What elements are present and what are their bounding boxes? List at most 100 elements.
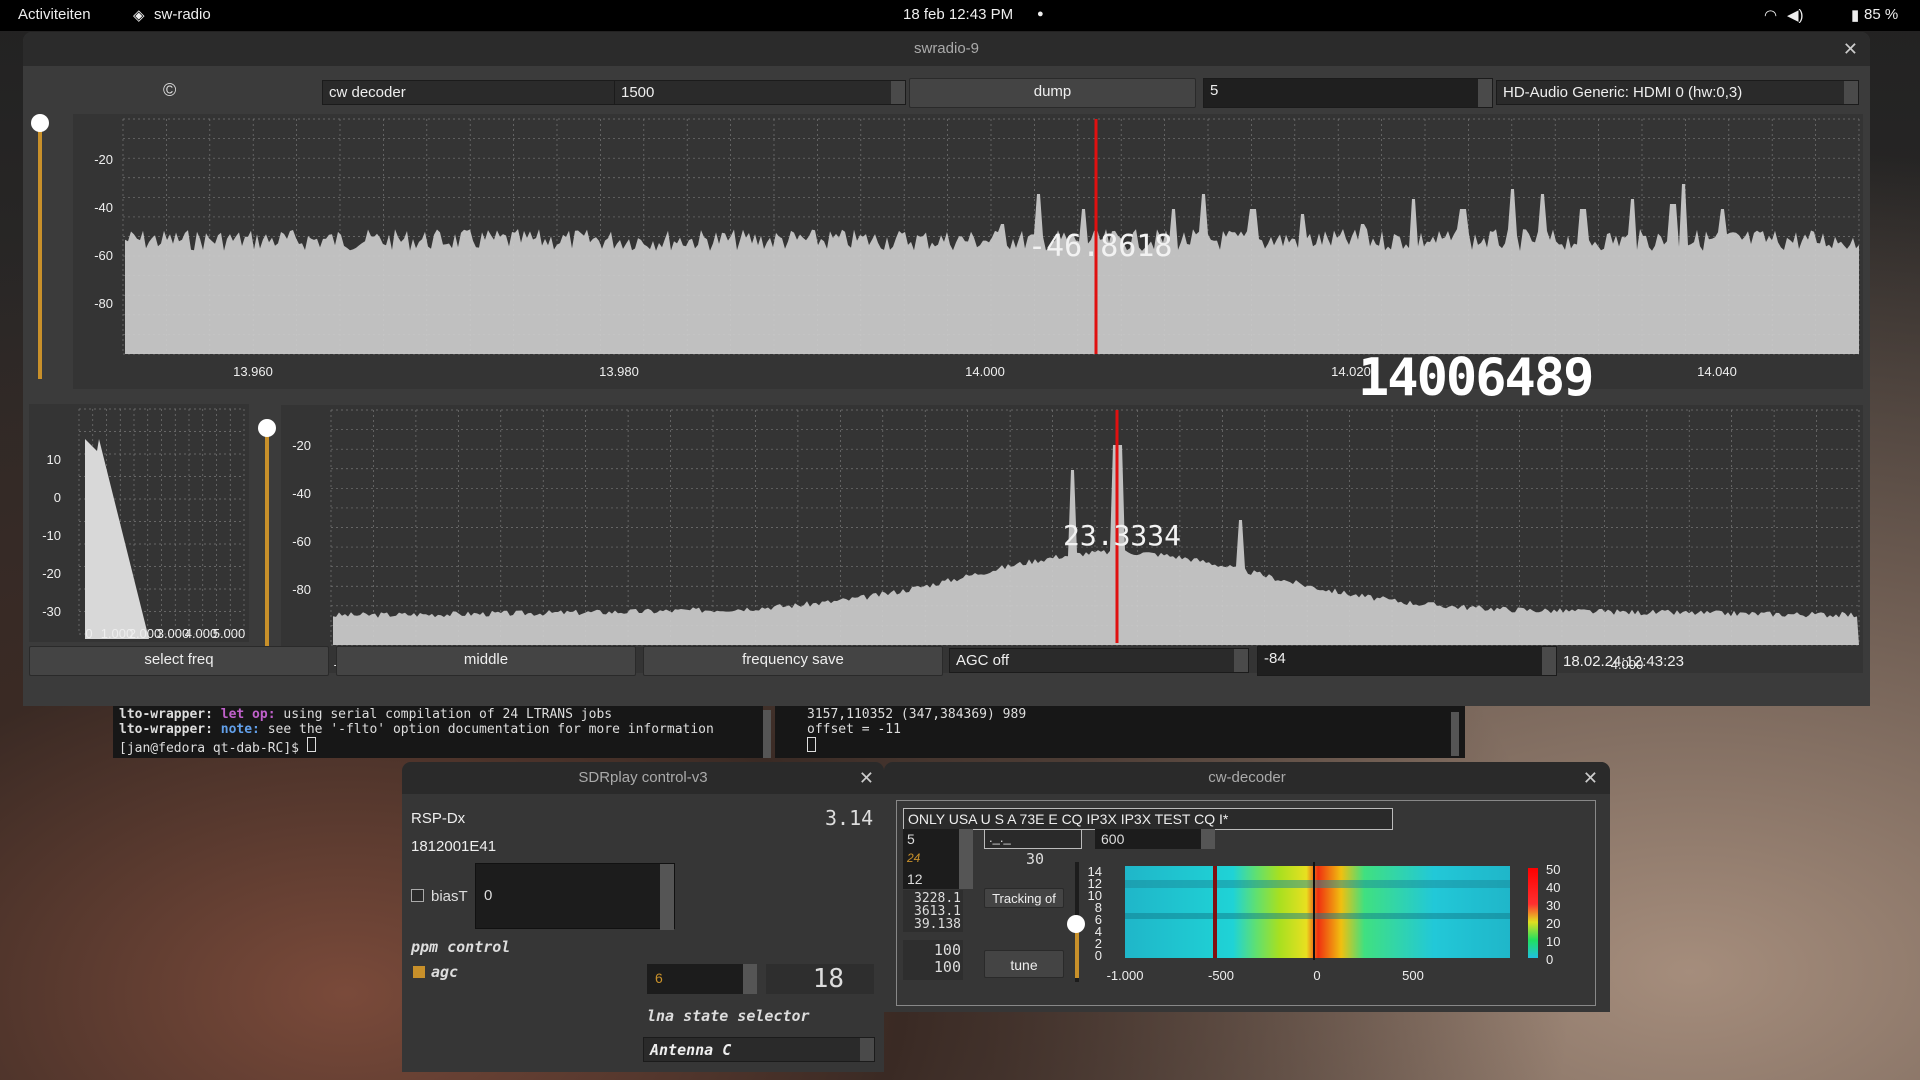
- slider-track: [265, 431, 269, 656]
- terminal-right[interactable]: 3157,110352 (347,384369) 989 offset = -1…: [775, 706, 1465, 758]
- waterfall-x-tick: 0: [1313, 968, 1320, 983]
- cw-titlebar[interactable]: cw-decoder ✕: [884, 762, 1610, 794]
- terminal-line: offset = -11: [807, 722, 901, 737]
- cursor: [807, 737, 816, 752]
- sdrplay-titlebar[interactable]: SDRplay control-v3 ✕: [402, 762, 884, 794]
- cw-lcd-block-2: 100 100: [903, 940, 963, 980]
- spin-arrows-icon[interactable]: [959, 829, 973, 889]
- antenna-select[interactable]: Antenna C: [643, 1037, 875, 1062]
- iq-y-tick: 0: [54, 490, 61, 505]
- baseband-y-tick: -40: [292, 486, 311, 501]
- waterfall-colorbar: 50 40 30 20 10 0: [1528, 862, 1560, 965]
- terminal-left[interactable]: lto-wrapper: let op: using serial compil…: [113, 706, 763, 758]
- window-title: swradio-9: [913, 40, 980, 57]
- waterfall-x-axis: -1.000 -500 0 500: [1107, 968, 1424, 983]
- baseband-slider[interactable]: [258, 419, 276, 669]
- level-spinbox[interactable]: -84: [1257, 646, 1557, 676]
- spectrum-plot[interactable]: -46.8618 -20 -40 -60 -80 13.960 13.980 14.000…: [73, 114, 1863, 389]
- dump-button[interactable]: dump: [909, 78, 1196, 108]
- decoder-select[interactable]: cw decoder: [322, 80, 632, 105]
- close-icon[interactable]: ✕: [1843, 32, 1858, 66]
- biasT-checkbox[interactable]: [411, 889, 424, 902]
- spectrum-x-tick: 13.960: [233, 364, 273, 379]
- gain-value: 0: [484, 887, 493, 904]
- cw-spin-1-value: 5: [907, 831, 915, 847]
- cw-decoder-window: cw-decoder ✕ ONLY USA U S A 73E E CQ IP3…: [884, 762, 1610, 1012]
- bandwidth-select-value: 1500: [621, 84, 655, 101]
- decoded-text: ONLY USA U S A 73E E CQ IP3X IP3X TEST C…: [903, 808, 1393, 830]
- iq-y-axis: 10 0 -10 -20 -30: [42, 452, 61, 619]
- cw-lcd-e: 100: [933, 958, 961, 976]
- activities-button[interactable]: Activiteiten: [18, 6, 91, 23]
- agc-checkbox[interactable]: [413, 966, 425, 978]
- spectrum-y-tick: -80: [94, 296, 113, 311]
- window-titlebar[interactable]: swradio-9 ✕: [23, 32, 1870, 66]
- cw-slider[interactable]: [1067, 862, 1085, 982]
- close-icon[interactable]: ✕: [1583, 762, 1598, 794]
- spectrum-y-tick: -20: [94, 152, 113, 167]
- chevron-down-icon: [891, 81, 905, 104]
- cw-freq-spinbox[interactable]: 600: [1095, 829, 1215, 849]
- terminal-scrollbar[interactable]: [1451, 712, 1459, 756]
- volume-icon[interactable]: ◀): [1787, 6, 1804, 24]
- timestamp-label: 18.02.24:12:43:23: [1563, 653, 1684, 670]
- waterfall-x-tick: 500: [1402, 968, 1424, 983]
- baseband-y-tick: -60: [292, 534, 311, 549]
- slider-handle[interactable]: [258, 419, 276, 437]
- version-lcd: 3.14: [825, 806, 874, 830]
- middle-button[interactable]: middle: [336, 646, 636, 676]
- clock[interactable]: 18 feb 12:43 PM: [903, 6, 1013, 23]
- wifi-icon[interactable]: ◠: [1764, 6, 1777, 24]
- battery-icon[interactable]: ▮: [1851, 6, 1859, 24]
- spectrum-readout: -46.8618: [1028, 229, 1173, 264]
- cw-lcd-30: 30: [1025, 850, 1044, 868]
- waterfall-image: [1125, 866, 1510, 958]
- bandwidth-select[interactable]: 1500: [614, 80, 906, 105]
- waterfall-band: [1125, 913, 1510, 919]
- colorbar-tick: 50: [1546, 862, 1560, 877]
- app-menu[interactable]: sw-radio: [154, 6, 211, 23]
- agc-select[interactable]: AGC off: [949, 648, 1249, 673]
- colorbar-tick: 10: [1546, 934, 1560, 949]
- cw-waterfall[interactable]: 14121086420 -1.000 -500 0 500: [1080, 858, 1510, 1000]
- iq-x-tick: 0: [85, 626, 92, 641]
- slider-track: [38, 124, 42, 379]
- baseband-y-tick: -80: [292, 582, 311, 597]
- spin-arrows-icon[interactable]: [660, 864, 674, 930]
- colorbar-tick: 40: [1546, 880, 1560, 895]
- app-icon: ◈: [133, 7, 145, 24]
- spin-arrows-icon[interactable]: [743, 964, 757, 994]
- spin-arrows-icon[interactable]: [1201, 829, 1215, 849]
- frequency-save-button[interactable]: frequency save: [643, 646, 943, 676]
- baseband-plot[interactable]: 23.3334 -20-40-60-80 -6.000-4.000-2.0000…: [281, 405, 1863, 673]
- audio-device-select[interactable]: HD-Audio Generic: HDMI 0 (hw:0,3): [1496, 80, 1859, 105]
- terminal-tag: let op:: [220, 707, 276, 722]
- lna-spinbox[interactable]: 6: [647, 964, 757, 994]
- tracking-button[interactable]: Tracking of: [984, 888, 1064, 908]
- terminal-scrollbar[interactable]: [763, 710, 771, 758]
- biasT-label: biasT: [431, 888, 468, 905]
- antenna-value: Antenna C: [650, 1041, 732, 1059]
- gain-spinbox[interactable]: 0: [475, 863, 675, 930]
- iq-y-tick: -10: [42, 528, 61, 543]
- audio-device-value: HD-Audio Generic: HDMI 0 (hw:0,3): [1503, 84, 1743, 101]
- spin-arrows-icon[interactable]: [1478, 79, 1492, 107]
- slider-handle[interactable]: [31, 114, 49, 132]
- copyright-label: ©: [163, 80, 177, 100]
- colorbar-axis: 50 40 30 20 10 0: [1546, 862, 1560, 965]
- serial-label: 1812001E41: [411, 838, 497, 855]
- cw-freq-value: 600: [1101, 831, 1125, 847]
- frequency-display: 14006489: [1358, 348, 1594, 408]
- close-icon[interactable]: ✕: [859, 762, 874, 794]
- device-label: RSP-Dx: [411, 810, 466, 827]
- decoder-select-value: cw decoder: [329, 84, 406, 101]
- tune-button[interactable]: tune: [984, 950, 1064, 978]
- spectrum-y-axis: -20 -40 -60 -80: [94, 152, 113, 311]
- spin-arrows-icon[interactable]: [1542, 647, 1556, 675]
- baseband-y-axis: -20 -40 -60 -80: [292, 438, 311, 597]
- colorbar-tick: 0: [1546, 952, 1553, 965]
- waterfall-x-tick: -1.000: [1107, 968, 1144, 983]
- select-freq-button[interactable]: select freq: [29, 646, 329, 676]
- iq-x-axis: 0 1.0002.0003.0004.0005.000: [85, 626, 245, 641]
- spin-box[interactable]: 5: [1203, 78, 1493, 108]
